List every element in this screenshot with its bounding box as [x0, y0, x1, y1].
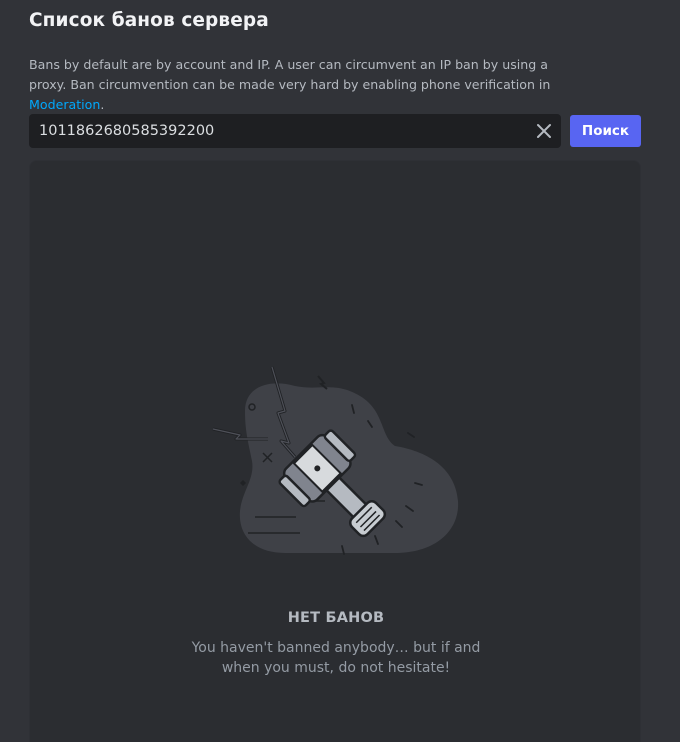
- moderation-link[interactable]: Moderation: [29, 97, 100, 112]
- description-text: Bans by default are by account and IP. A…: [29, 57, 551, 92]
- search-box: [29, 114, 561, 148]
- description-suffix: .: [100, 97, 105, 112]
- ban-hammer-illustration: [212, 366, 459, 555]
- close-icon[interactable]: [534, 121, 554, 141]
- search-button[interactable]: Поиск: [570, 115, 641, 147]
- empty-state-text: You haven't banned anybody… but if and w…: [191, 640, 481, 676]
- ban-description: Bans by default are by account and IP. A…: [29, 55, 589, 115]
- empty-state-title: НЕТ БАНОВ: [287, 610, 385, 626]
- server-ban-list-page: Список банов сервера Bans by default are…: [0, 0, 680, 742]
- search-input[interactable]: [29, 114, 519, 148]
- page-title: Список банов сервера: [29, 10, 269, 31]
- bans-list-panel: НЕТ БАНОВ You haven't banned anybody… bu…: [29, 160, 641, 742]
